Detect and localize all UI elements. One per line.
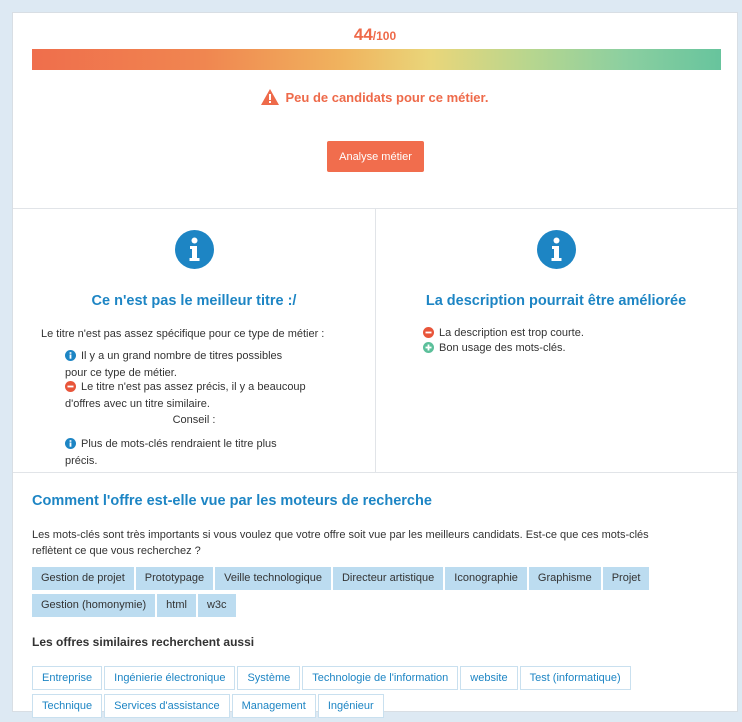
similar-row-2: Technique Services d'assistance Management…	[32, 694, 732, 722]
keyword-row-1: Gestion de projet Prototypage Veille techn…	[32, 567, 732, 594]
score-section: 44/100 Peu de candidats pour ce métier. …	[13, 13, 737, 209]
similar-row-1: Entreprise Ingénierie électronique Système…	[32, 666, 732, 694]
warning-message: Peu de candidats pour ce métier.	[13, 89, 737, 108]
search-heading: Comment l'offre est-elle vue par les mot…	[32, 493, 432, 509]
score-display: 44/100	[13, 25, 737, 45]
info-icon	[65, 350, 76, 366]
info-icon	[175, 230, 214, 269]
similar-tag[interactable]: Test (informatique)	[519, 666, 631, 690]
similar-tag[interactable]: website	[460, 666, 518, 690]
score-max: /100	[372, 29, 397, 43]
description-panel-heading: La description pourrait être améliorée	[425, 293, 687, 309]
point-3-line-2: précis.	[65, 455, 98, 467]
minus-circle-icon	[65, 381, 76, 397]
keyword-tag[interactable]: Prototypage	[135, 567, 214, 590]
search-desc-line-2: reflètent ce que vous recherchez ?	[32, 545, 201, 557]
keyword-row-2: Gestion (homonymie) html w3c	[32, 594, 732, 621]
warning-text: Peu de candidats pour ce métier.	[285, 90, 489, 105]
job-offer-analysis-card: 44/100 Peu de candidats pour ce métier. …	[12, 12, 738, 718]
description-item-2: Bon usage des mots-clés.	[423, 341, 566, 358]
keyword-tag[interactable]: w3c	[197, 594, 236, 617]
similar-tag[interactable]: Système	[237, 666, 301, 690]
similar-tag[interactable]: Services d'assistance	[104, 694, 230, 718]
keyword-tags: Gestion de projet Prototypage Veille techn…	[32, 567, 732, 621]
advice-label: Conseil :	[172, 414, 216, 426]
keyword-tag[interactable]: Gestion de projet	[32, 567, 134, 590]
search-description: Les mots-clés sont très importants si vo…	[32, 527, 722, 559]
similar-tag[interactable]: Entreprise	[32, 666, 103, 690]
description-item-1-text: La description est trop courte.	[439, 327, 584, 339]
warning-icon	[261, 89, 280, 108]
plus-circle-icon	[423, 342, 434, 358]
keyword-tag[interactable]: html	[157, 594, 196, 617]
analyse-metier-button[interactable]: Analyse métier	[327, 141, 424, 172]
description-item-2-text: Bon usage des mots-clés.	[439, 342, 566, 354]
similar-tags: Entreprise Ingénierie électronique Système…	[32, 666, 732, 722]
info-icon	[537, 230, 576, 269]
score-gradient-bar	[32, 49, 721, 70]
point-1-line-1: Il y a un grand nombre de titres possibl…	[81, 350, 283, 362]
info-section: Ce n'est pas le meilleur titre :/ Le tit…	[13, 209, 737, 473]
similar-tag[interactable]: Ingénieur	[317, 694, 384, 718]
search-desc-line-1: Les mots-clés sont très importants si vo…	[32, 529, 649, 541]
similar-tag[interactable]: Technologie de l'information	[302, 666, 459, 690]
similar-tag[interactable]: Technique	[32, 694, 103, 718]
score-value: 44	[353, 25, 373, 44]
title-panel-heading: Ce n'est pas le meilleur titre :/	[91, 293, 297, 309]
keyword-tag[interactable]: Iconographie	[445, 567, 527, 590]
similar-heading: Les offres similaires recherchent aussi	[32, 635, 255, 649]
point-1-line-2: pour ce type de métier.	[65, 367, 177, 379]
keyword-tag[interactable]: Gestion (homonymie)	[32, 594, 156, 617]
keyword-tag[interactable]: Graphisme	[528, 567, 601, 590]
keyword-tag[interactable]: Projet	[602, 567, 650, 590]
title-panel-intro: Le titre n'est pas assez spécifique pour…	[41, 328, 325, 340]
title-panel-point-2: Le titre n'est pas assez précis, il y a …	[65, 380, 355, 412]
keyword-tag[interactable]: Directeur artistique	[332, 567, 444, 590]
point-2-line-2: d'offres avec un titre similaire.	[65, 398, 210, 410]
keyword-tag[interactable]: Veille technologique	[215, 567, 331, 590]
title-panel-point-1: Il y a un grand nombre de titres possibl…	[65, 349, 335, 381]
title-panel-point-3: Plus de mots-clés rendraient le titre pl…	[65, 437, 335, 469]
point-2-line-1: Le titre n'est pas assez précis, il y a …	[81, 381, 306, 393]
similar-tag[interactable]: Ingénierie électronique	[104, 666, 236, 690]
info-icon	[65, 438, 76, 454]
point-3-line-1: Plus de mots-clés rendraient le titre pl…	[81, 438, 277, 450]
similar-tag[interactable]: Management	[231, 694, 316, 718]
column-divider	[375, 209, 376, 473]
